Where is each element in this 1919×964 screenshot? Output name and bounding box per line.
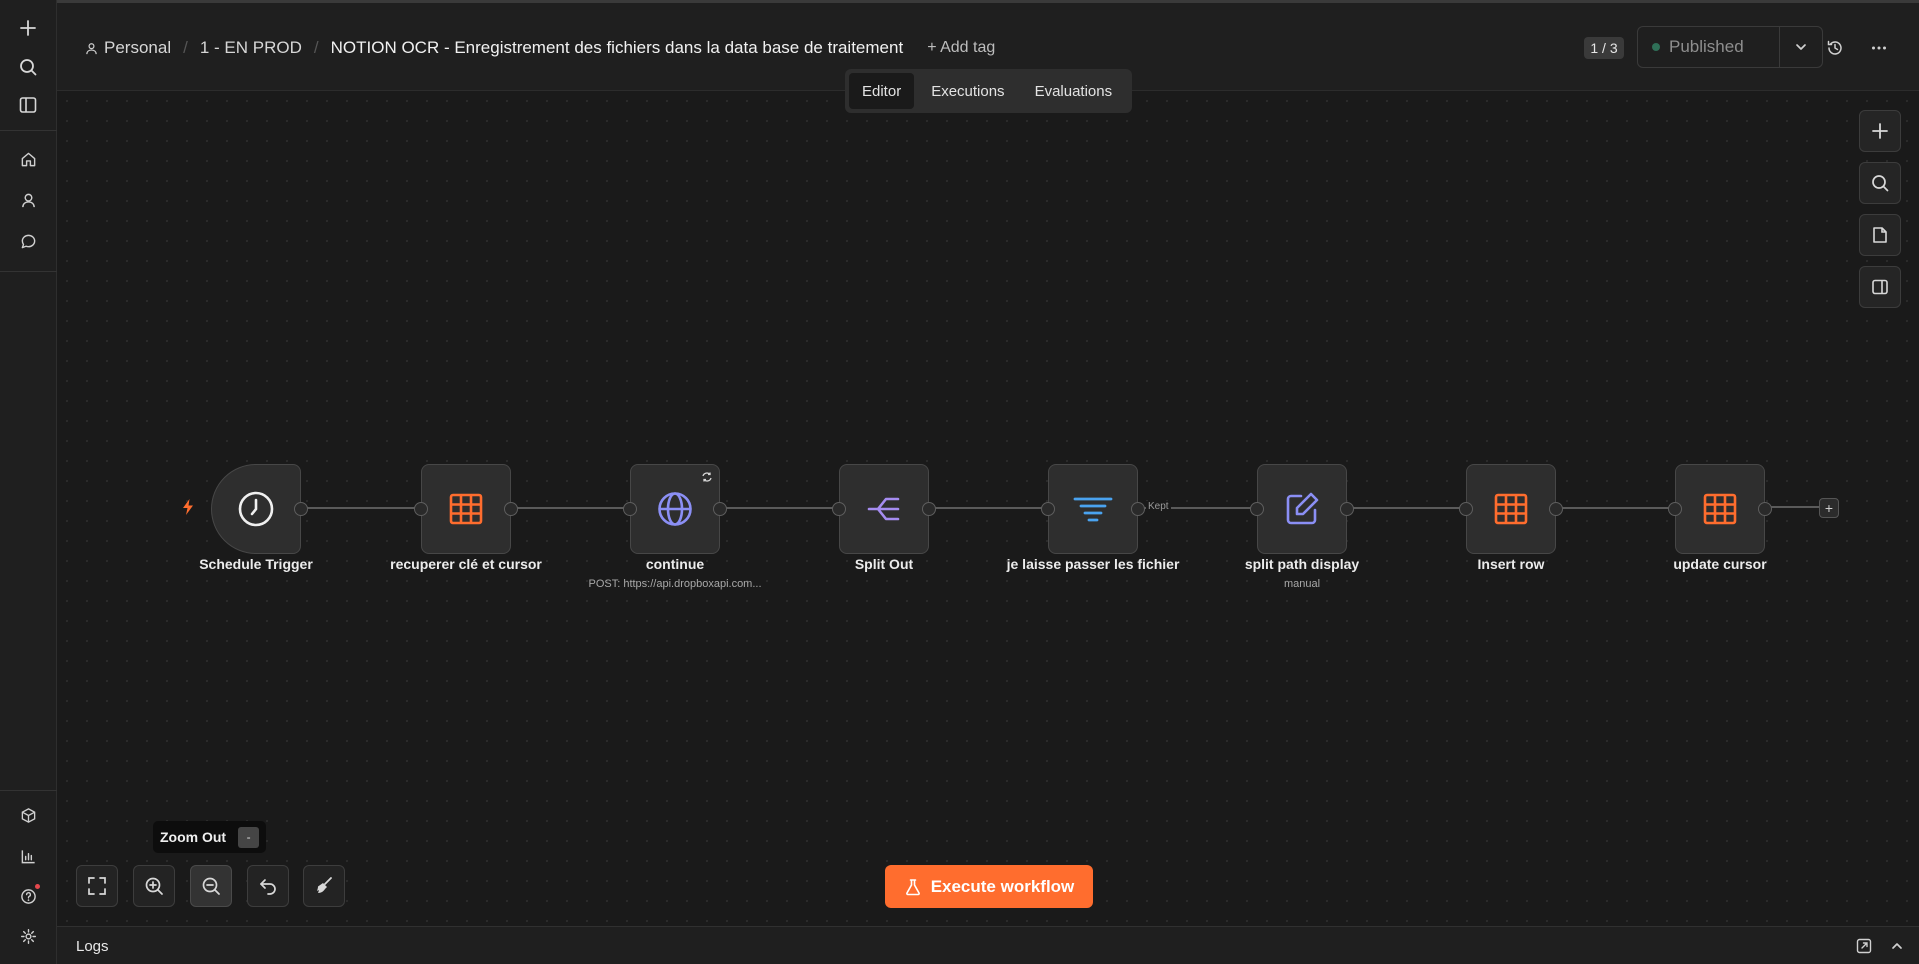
table-icon [1494,493,1528,525]
node-output-port[interactable] [1549,502,1563,516]
node-insert-row[interactable] [1466,464,1556,554]
node-recuperer-cle[interactable] [421,464,511,554]
tidy-up-button[interactable] [303,865,345,907]
node-input-port[interactable] [1668,502,1682,516]
node-label: Insert row [1477,556,1545,572]
node-input-port[interactable] [1459,502,1473,516]
split-icon [867,497,900,521]
node-label: continue [645,556,705,572]
node-split-path-display[interactable] [1257,464,1347,554]
chevron-up-icon[interactable] [1887,936,1907,956]
node-output-port[interactable] [294,502,308,516]
node-input-port[interactable] [414,502,428,516]
table-icon [449,493,483,525]
execute-workflow-button[interactable]: Execute workflow [885,865,1093,908]
node-schedule-trigger[interactable] [211,464,301,554]
node-output-port[interactable] [1131,502,1145,516]
tooltip-label: Zoom Out [160,829,227,845]
tab-evaluations[interactable]: Evaluations [1022,73,1126,109]
node-input-port[interactable] [623,502,637,516]
filter-icon [1073,497,1113,522]
zoom-out-button[interactable] [190,865,232,907]
retry-icon [702,472,712,482]
node-subtitle: manual [1283,578,1321,590]
workflow-canvas[interactable]: Kept Schedule Trigger recuperer clé et c… [57,91,1919,926]
execute-workflow-label: Execute workflow [930,876,1075,896]
sticky-note-icon [1873,227,1887,243]
plus-icon [1872,123,1888,139]
zoom-out-icon [202,877,220,895]
node-input-port[interactable] [1041,502,1055,516]
node-label: je laisse passer les fichier [1006,556,1180,572]
search-icon [1872,175,1889,192]
table-icon [1703,493,1737,525]
node-split-out[interactable] [839,464,929,554]
logs-label: Logs [76,938,109,955]
zoom-in-button[interactable] [133,865,175,907]
add-next-node-button[interactable]: + [1819,498,1839,518]
node-label: Split Out [854,556,914,572]
broom-icon [317,877,332,893]
node-layer: Schedule Trigger recuperer clé et cursor… [0,0,1919,964]
node-filter[interactable] [1048,464,1138,554]
undo-button[interactable] [247,865,289,907]
pop-out-icon[interactable] [1854,936,1874,956]
zoom-out-tooltip: Zoom Out - [153,821,267,853]
node-output-port[interactable] [1758,502,1772,516]
fit-view-icon [88,877,106,895]
tooltip-shortcut: - [238,826,260,848]
node-subtitle: POST: https://api.dropboxapi.com... [588,578,762,590]
n8n-app: Personal / 1 - EN PROD / NOTION OCR - En… [0,0,1919,964]
node-continue-http[interactable] [630,464,720,554]
node-output-port[interactable] [504,502,518,516]
undo-icon [260,879,276,895]
node-label: recuperer clé et cursor [390,556,542,572]
node-output-port[interactable] [713,502,727,516]
node-label: split path display [1244,556,1360,572]
trigger-bolt-icon [181,498,195,521]
globe-icon [658,492,692,526]
logs-panel-bar[interactable]: Logs [57,926,1919,964]
node-label: update cursor [1673,556,1767,572]
panel-icon [1872,279,1888,295]
view-tabs: Editor Executions Evaluations [845,69,1132,113]
zoom-in-icon [145,877,163,895]
node-input-port[interactable] [1250,502,1264,516]
clock-icon [238,491,274,527]
node-input-port[interactable] [832,502,846,516]
node-update-cursor[interactable] [1675,464,1765,554]
fit-view-button[interactable] [76,865,118,907]
node-output-port[interactable] [922,502,936,516]
node-output-port[interactable] [1340,502,1354,516]
tab-executions[interactable]: Executions [918,73,1017,109]
node-label: Schedule Trigger [199,556,313,572]
edit-icon [1286,492,1319,525]
toggle-panel-button[interactable] [1859,266,1901,308]
search-nodes-button[interactable] [1859,162,1901,204]
add-node-button[interactable] [1859,110,1901,152]
flask-icon [905,878,920,895]
tab-editor[interactable]: Editor [849,73,915,109]
sticky-note-button[interactable] [1859,214,1901,256]
